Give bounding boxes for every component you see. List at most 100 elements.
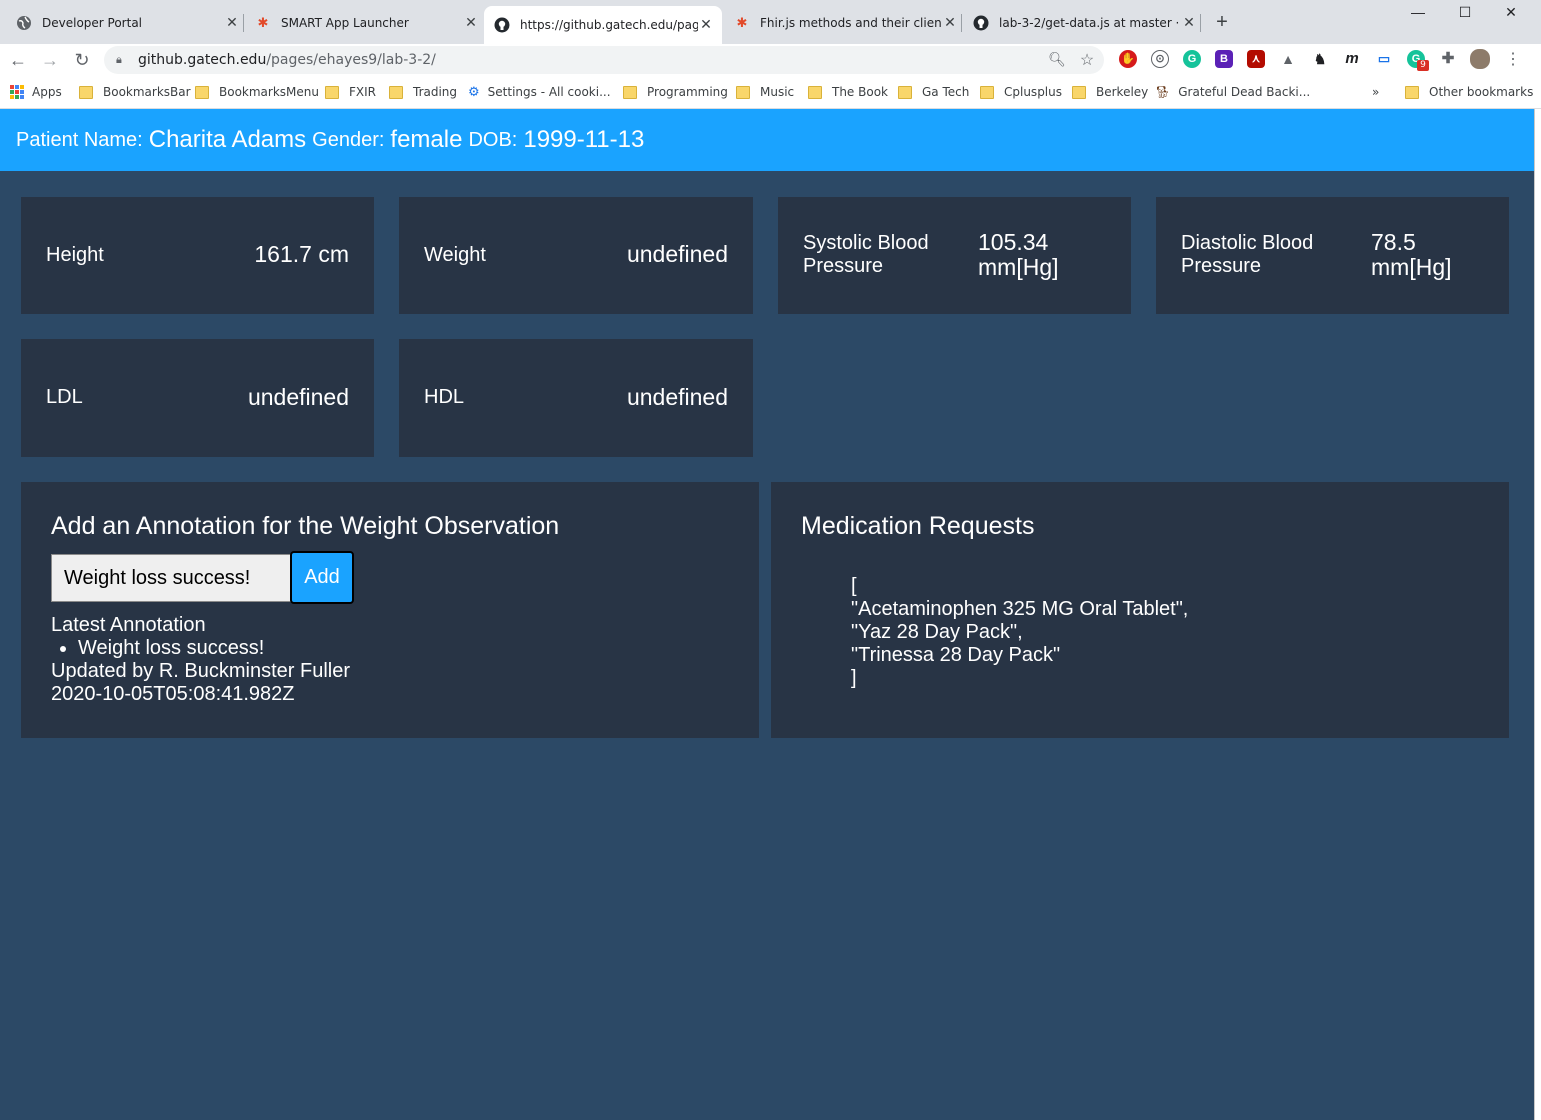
bookmark-bookmarksbar[interactable]: BookmarksBar (79, 83, 191, 101)
folder-icon (898, 85, 912, 99)
folder-icon (623, 85, 637, 99)
pdf-extension-icon[interactable]: ⋏ (1247, 50, 1265, 68)
tab-get-data-js[interactable]: lab-3-2/get-data.js at master · eh ✕ (965, 8, 1197, 38)
bookmark-fxir[interactable]: FXIR (325, 83, 376, 101)
folder-icon (325, 85, 339, 99)
annotation-list-item: Weight loss success! (78, 637, 350, 660)
m-extension-icon[interactable]: m (1343, 50, 1361, 68)
url-path: /pages/ehayes9/lab-3-2/ (266, 52, 436, 68)
window-close-icon[interactable]: ✕ (1501, 4, 1521, 22)
dob-label: DOB: (468, 128, 518, 151)
close-icon[interactable]: ✕ (1181, 15, 1197, 31)
mask-extension-icon[interactable]: ♞ (1311, 50, 1329, 68)
avatar[interactable] (1470, 49, 1490, 69)
tab-developer-portal[interactable]: Developer Portal ✕ (8, 8, 240, 38)
forward-arrow-icon[interactable]: → (40, 50, 60, 70)
bookmark-bookmarksmenu[interactable]: BookmarksMenu (195, 83, 319, 101)
bookmark-label: Cplusplus (1004, 85, 1062, 99)
medication-list-close: ] (851, 667, 857, 689)
folder-icon (1405, 85, 1419, 99)
adblock-extension-icon[interactable]: ✋ (1119, 50, 1137, 68)
tab-github-pages[interactable]: https://github.gatech.edu/pages/ ✕ (484, 6, 722, 44)
bookmark-grateful-dead[interactable]: 🐕︎ Grateful Dead Backi... (1155, 83, 1310, 101)
github-icon (973, 15, 989, 31)
close-icon[interactable]: ✕ (463, 15, 479, 31)
address-bar[interactable]: 🔒︎ github.gatech.edu/pages/ehayes9/lab-3… (104, 46, 1104, 74)
medication-item: "Yaz 28 Day Pack", (851, 621, 1023, 643)
bookmark-label: Apps (32, 85, 62, 99)
maximize-icon[interactable]: ☐ (1455, 4, 1475, 22)
annotation-title: Add an Annotation for the Weight Observa… (51, 512, 560, 540)
bookmark-label: BookmarksBar (103, 85, 191, 99)
page-content: Patient Name: Charita Adams Gender: fema… (0, 109, 1534, 1120)
lock-icon: 🔒︎ (116, 53, 122, 66)
tab-title: Fhir.js methods and their client-js (760, 16, 942, 30)
bookmark-other-bookmarks[interactable]: Other bookmarks (1405, 83, 1533, 101)
bookmark-apps[interactable]: Apps (10, 83, 62, 101)
drive-extension-icon[interactable]: ▲ (1279, 50, 1297, 68)
grammarly-extension-icon[interactable]: G (1183, 50, 1201, 68)
star-icon[interactable]: ☆ (1078, 50, 1096, 69)
bookmark-settings-cookies[interactable]: ⚙ Settings - All cooki... (468, 83, 611, 101)
bookmarks-overflow-button[interactable]: » (1372, 83, 1379, 101)
systolic-bp-label-line-2: Pressure (803, 255, 884, 277)
bookmark-label: Berkeley (1096, 85, 1149, 99)
tab-separator (961, 14, 962, 32)
back-arrow-icon[interactable]: ← (8, 50, 28, 70)
zoom-icon[interactable]: 🔍︎ (1048, 51, 1066, 69)
height-value: 161.7 cm (254, 241, 349, 267)
smart-icon: ✱ (257, 15, 269, 31)
annotation-input[interactable] (51, 554, 291, 602)
bookmark-programming[interactable]: Programming (623, 83, 728, 101)
minimize-icon[interactable]: — (1408, 4, 1428, 22)
apps-grid-icon (10, 85, 24, 99)
bookmark-label: Music (760, 85, 795, 99)
systolic-bp-number: 105.34 (978, 229, 1049, 255)
bookmark-the-book[interactable]: The Book (808, 83, 888, 101)
close-icon[interactable]: ✕ (698, 17, 714, 33)
bookmarks-bar: Apps BookmarksBar BookmarksMenu FXIR Tra… (0, 76, 1541, 109)
close-icon[interactable]: ✕ (224, 15, 240, 31)
ldl-card: LDL undefined (21, 339, 374, 457)
height-card: Height 161.7 cm (21, 197, 374, 314)
reload-icon[interactable]: ↻ (72, 50, 92, 70)
new-tab-button[interactable]: + (1212, 12, 1232, 32)
bookmark-label: The Book (832, 85, 888, 99)
tab-smart-app-launcher[interactable]: ✱ SMART App Launcher ✕ (247, 8, 479, 38)
extension-icon[interactable]: ⊙ (1151, 50, 1169, 68)
folder-icon (1072, 85, 1086, 99)
diastolic-bp-card: Diastolic Blood Pressure 78.5 mm[Hg] (1156, 197, 1509, 314)
screen-extension-icon[interactable]: ▭ (1375, 50, 1393, 68)
menu-dots-icon[interactable]: ⋮ (1503, 50, 1523, 70)
patient-name: Charita Adams (148, 126, 307, 153)
bookmark-cplusplus[interactable]: Cplusplus (980, 83, 1062, 101)
url-host: github.gatech.edu (138, 52, 267, 68)
github-icon (494, 17, 510, 33)
bookmark-trading[interactable]: Trading (389, 83, 457, 101)
gender-label: Gender: (312, 128, 385, 151)
close-icon[interactable]: ✕ (942, 15, 958, 31)
hdl-label: HDL (424, 386, 465, 408)
systolic-bp-label: Systolic Blood Pressure (803, 232, 929, 278)
annotation-timestamp: 2020-10-05T05:08:41.982Z (51, 683, 295, 705)
patient-header: Patient Name: Charita Adams Gender: fema… (0, 109, 1534, 171)
bookmark-ga-tech[interactable]: Ga Tech (898, 83, 969, 101)
diastolic-bp-unit: mm[Hg] (1371, 254, 1452, 280)
add-annotation-button[interactable]: Add (290, 551, 354, 604)
ldl-value: undefined (247, 384, 349, 410)
puzzle-extensions-icon[interactable]: ✚ (1439, 50, 1457, 68)
extension-badge: 9 (1417, 60, 1429, 71)
folder-icon (808, 85, 822, 99)
tab-fhirjs-methods[interactable]: ✱ Fhir.js methods and their client-js ✕ (726, 8, 958, 38)
tab-strip: Developer Portal ✕ ✱ SMART App Launcher … (0, 0, 1541, 44)
bookmark-berkeley[interactable]: Berkeley (1072, 83, 1148, 101)
bookmark-music[interactable]: Music (736, 83, 794, 101)
folder-icon (389, 85, 403, 99)
diastolic-bp-label-line-1: Diastolic Blood (1181, 232, 1314, 254)
medication-list: ["Acetaminophen 325 MG Oral Tablet", "Yaz… (851, 575, 1188, 690)
bootstrap-extension-icon[interactable]: B (1215, 50, 1233, 68)
systolic-bp-label-line-1: Systolic Blood (803, 232, 929, 254)
latest-annotation: Latest Annotation Weight loss success! U… (51, 614, 350, 706)
diastolic-bp-label: Diastolic Blood Pressure (1181, 232, 1313, 278)
overflow-chevron-icon: » (1372, 85, 1380, 99)
